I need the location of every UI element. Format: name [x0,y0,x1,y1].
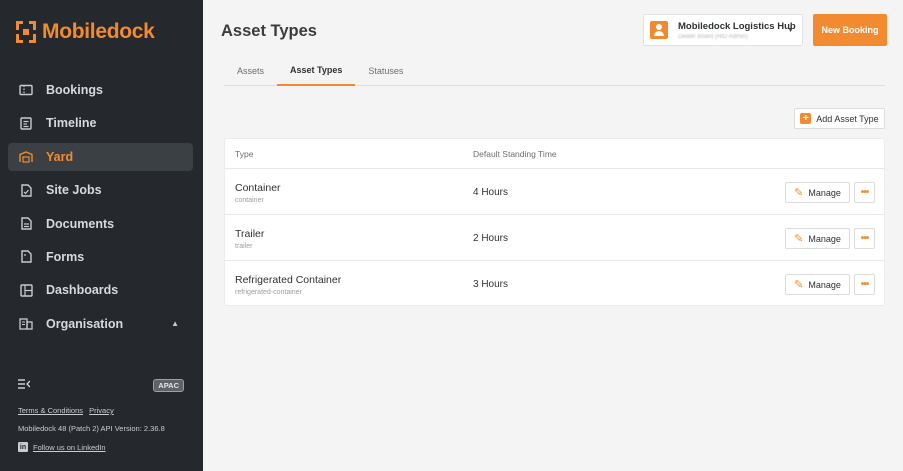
linkedin-icon: in [18,442,28,452]
sidebar-item-site-jobs[interactable]: Site Jobs [8,176,193,204]
sidebar-item-label: Organisation [46,316,124,331]
brand-name: Mobiledock [42,20,155,43]
manage-button[interactable]: ✎ Manage [785,228,850,249]
sidebar-item-forms[interactable]: Forms [8,243,193,271]
version-info: Mobiledock 48 (Patch 2) API Version: 2.3… [18,424,165,433]
column-header-standing-time: Default Standing Time [473,148,557,159]
manage-button[interactable]: ✎ Manage [785,274,850,295]
mobiledock-logo[interactable]: Mobiledock [16,20,155,44]
collapse-sidebar-icon[interactable] [18,378,31,392]
sidebar-item-yard[interactable]: Yard [8,142,193,171]
table-row: Container container 4 Hours ✎ Manage ••• [225,169,884,215]
region-badge: APAC [153,378,184,392]
clipboard-check-icon [19,183,33,197]
sidebar-item-documents[interactable]: Documents [8,210,193,238]
chevron-up-icon[interactable]: ▲ [171,319,179,328]
sidebar-item-label: Dashboards [46,283,119,298]
table-row: Refrigerated Container refrigerated-cont… [225,261,884,307]
manage-button[interactable]: ✎ Manage [785,182,850,203]
main-content: Asset Types Mobiledock Logistics Hub Dea… [203,0,903,471]
more-options-button[interactable]: ••• [854,182,875,203]
pencil-icon: ✎ [794,279,804,291]
plus-icon: + [800,113,812,124]
column-header-type: Type [235,148,254,159]
building-icon [19,317,33,331]
document-icon [19,217,33,231]
add-asset-type-label: Add Asset Type [816,113,879,124]
sidebar-item-label: Yard [46,149,74,164]
asset-type-name: Trailer [235,228,265,240]
warehouse-icon [19,150,33,164]
privacy-link[interactable]: Privacy [89,406,114,415]
asset-type-slug: container [235,197,264,204]
sidebar-item-label: Site Jobs [46,183,102,198]
linkedin-label: Follow us on LinkedIn [33,442,106,452]
standing-time: 4 Hours [473,187,509,198]
pencil-icon: ✎ [794,233,804,245]
form-icon [19,250,33,264]
manage-label: Manage [808,187,841,198]
add-asset-type-button[interactable]: + Add Asset Type [794,108,885,129]
logo-mark-icon [16,21,36,43]
asset-type-slug: trailer [235,243,253,250]
manage-label: Manage [808,279,841,290]
sidebar: Mobiledock Bookings Timeline Yard Site J… [0,0,203,471]
new-booking-button[interactable]: New Booking [813,14,887,46]
linkedin-link[interactable]: in Follow us on LinkedIn [18,442,106,452]
more-options-button[interactable]: ••• [854,274,875,295]
table-header: Type Default Standing Time [225,139,884,169]
pencil-icon: ✎ [794,187,804,199]
sidebar-item-organisation[interactable]: Organisation ▲ [8,310,193,338]
sidebar-item-label: Timeline [46,116,97,131]
page-title: Asset Types [221,22,317,40]
tab-assets[interactable]: Assets [224,55,277,86]
sidebar-item-label: Bookings [46,83,103,97]
asset-type-name: Refrigerated Container [235,274,342,286]
sidebar-item-label: Forms [46,249,85,264]
organisation-selector[interactable]: Mobiledock Logistics Hub Dealer Board (H… [643,14,803,46]
caret-down-icon: ▼ [787,27,794,34]
sidebar-nav: Bookings Timeline Yard Site Jobs Documen… [8,76,193,343]
terms-link[interactable]: Terms & Conditions [18,406,83,415]
asset-type-name: Container [235,182,281,194]
more-options-button[interactable]: ••• [854,228,875,249]
table-row: Trailer trailer 2 Hours ✎ Manage ••• [225,215,884,261]
asset-types-table: Type Default Standing Time Container con… [224,138,885,306]
ticket-icon [19,83,33,97]
standing-time: 2 Hours [473,233,509,244]
asset-type-slug: refrigerated-container [235,289,302,296]
standing-time: 3 Hours [473,279,509,290]
tab-asset-types[interactable]: Asset Types [277,55,356,86]
sidebar-item-bookings[interactable]: Bookings [8,76,193,104]
user-avatar-icon [650,21,668,39]
sidebar-item-dashboards[interactable]: Dashboards [8,276,193,304]
timeline-icon [19,116,33,130]
org-name: Mobiledock Logistics Hub [678,20,796,32]
dashboard-icon [19,283,33,297]
org-user: Dealer Board (HID Admin) [678,33,748,40]
tab-statuses[interactable]: Statuses [355,55,416,86]
sidebar-item-label: Documents [46,216,115,231]
tab-bar: Assets Asset Types Statuses [224,55,885,86]
manage-label: Manage [808,233,841,244]
sidebar-item-timeline[interactable]: Timeline [8,109,193,137]
